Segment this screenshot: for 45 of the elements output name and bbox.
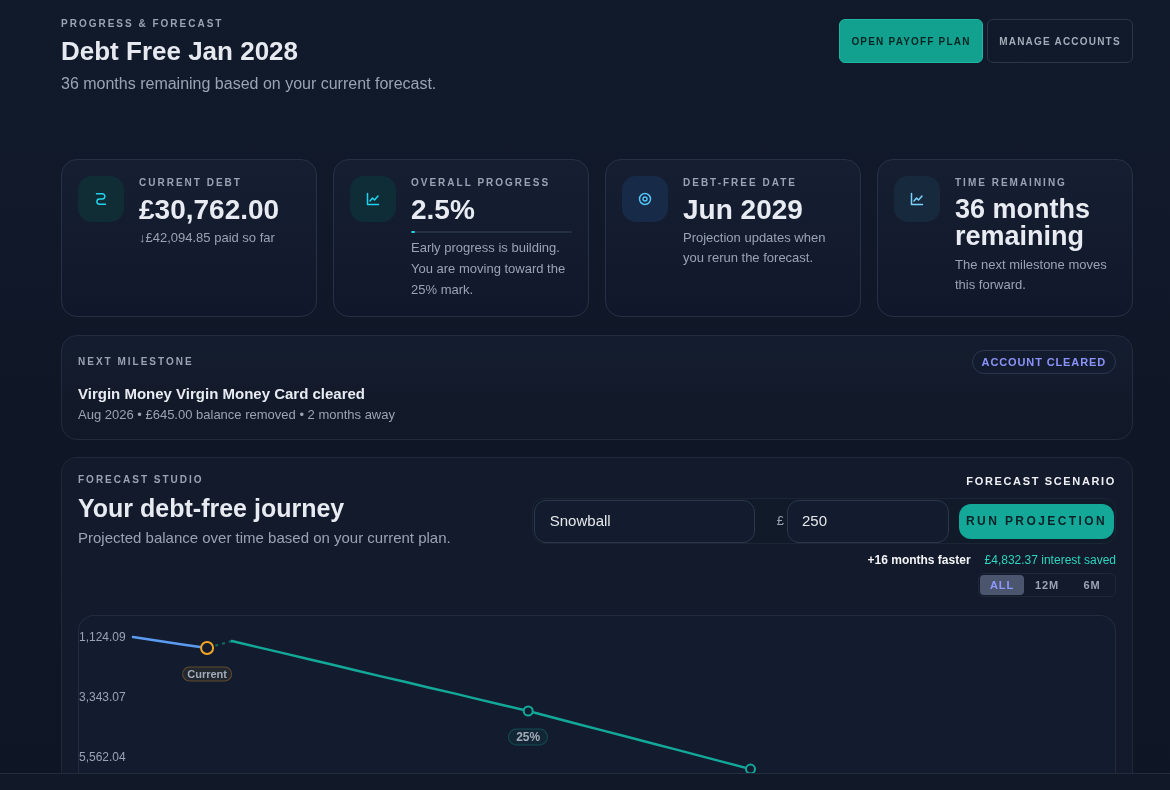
status-badge: ACCOUNT CLEARED bbox=[971, 350, 1116, 374]
page-title: Debt Free Jan 2028 bbox=[61, 35, 299, 68]
stat-label: TIME REMAINING bbox=[955, 176, 1068, 190]
point-label: 25% bbox=[508, 728, 549, 746]
stat-note: Projection updates when you rerun the forecast. bbox=[683, 229, 827, 267]
axis-tick-label: 1,124.09 bbox=[79, 629, 126, 645]
stat-label: DEBT-FREE DATE bbox=[683, 176, 798, 190]
gain-text: +16 months faster bbox=[867, 552, 971, 568]
range-tab[interactable]: 12M bbox=[1025, 575, 1069, 595]
run-projection-button[interactable]: RUN PROJECTION bbox=[959, 503, 1114, 539]
page-eyebrow: PROGRESS & FORECAST bbox=[61, 17, 225, 31]
milestone-label: NEXT MILESTONE bbox=[78, 355, 194, 369]
current-point-marker bbox=[200, 641, 215, 655]
savings-text: £4,832.37 interest saved bbox=[984, 552, 1116, 568]
axis-tick-label: 5,562.04 bbox=[79, 749, 126, 765]
axis-tick-label: 3,343.07 bbox=[79, 689, 126, 705]
point-label: Current bbox=[182, 666, 232, 682]
secondary-button[interactable]: MANAGE ACCOUNTS bbox=[987, 19, 1133, 63]
stat-label: OVERALL PROGRESS bbox=[411, 176, 552, 190]
scenario-label: FORECAST SCENARIO bbox=[966, 474, 1116, 488]
stat-value: 36 months remaining bbox=[955, 196, 1092, 250]
dashed-connector bbox=[214, 640, 233, 647]
section-title: Your debt-free journey bbox=[78, 493, 346, 524]
primary-button[interactable]: OPEN PAYOFF PLAN bbox=[839, 19, 983, 63]
stat-note: ↓£42,094.85 paid so far bbox=[139, 229, 276, 247]
amount-field[interactable]: 250 bbox=[787, 499, 949, 543]
strategy-field[interactable]: Snowball bbox=[533, 499, 755, 543]
stat-value: 2.5% bbox=[411, 194, 476, 226]
milestone-title: Virgin Money Virgin Money Card cleared bbox=[78, 384, 367, 404]
range-tab[interactable]: 6M bbox=[1070, 575, 1114, 595]
line-chart-icon bbox=[894, 176, 940, 222]
stat-note: The next milestone moves this forward. bbox=[955, 256, 1108, 294]
stat-label: CURRENT DEBT bbox=[139, 176, 243, 190]
section-eyebrow: FORECAST STUDIO bbox=[78, 473, 205, 487]
s-curve-icon bbox=[78, 176, 124, 222]
stat-note: Early progress is building. You are moving toward the 25% mark. bbox=[411, 239, 567, 299]
section-subtitle: Projected balance over time based on your current plan. bbox=[78, 528, 451, 548]
milestone-point-marker bbox=[522, 705, 534, 717]
stat-value: £30,762.00 bbox=[139, 194, 281, 226]
target-icon bbox=[622, 176, 668, 222]
milestone-details: Aug 2026 • £645.00 balance removed • 2 months away bbox=[78, 406, 396, 424]
stat-value: Jun 2029 bbox=[683, 194, 804, 226]
currency-symbol: £ bbox=[776, 512, 784, 531]
page-subtitle: 36 months remaining based on your current forecast. bbox=[61, 74, 437, 94]
line-chart-icon bbox=[350, 176, 396, 222]
